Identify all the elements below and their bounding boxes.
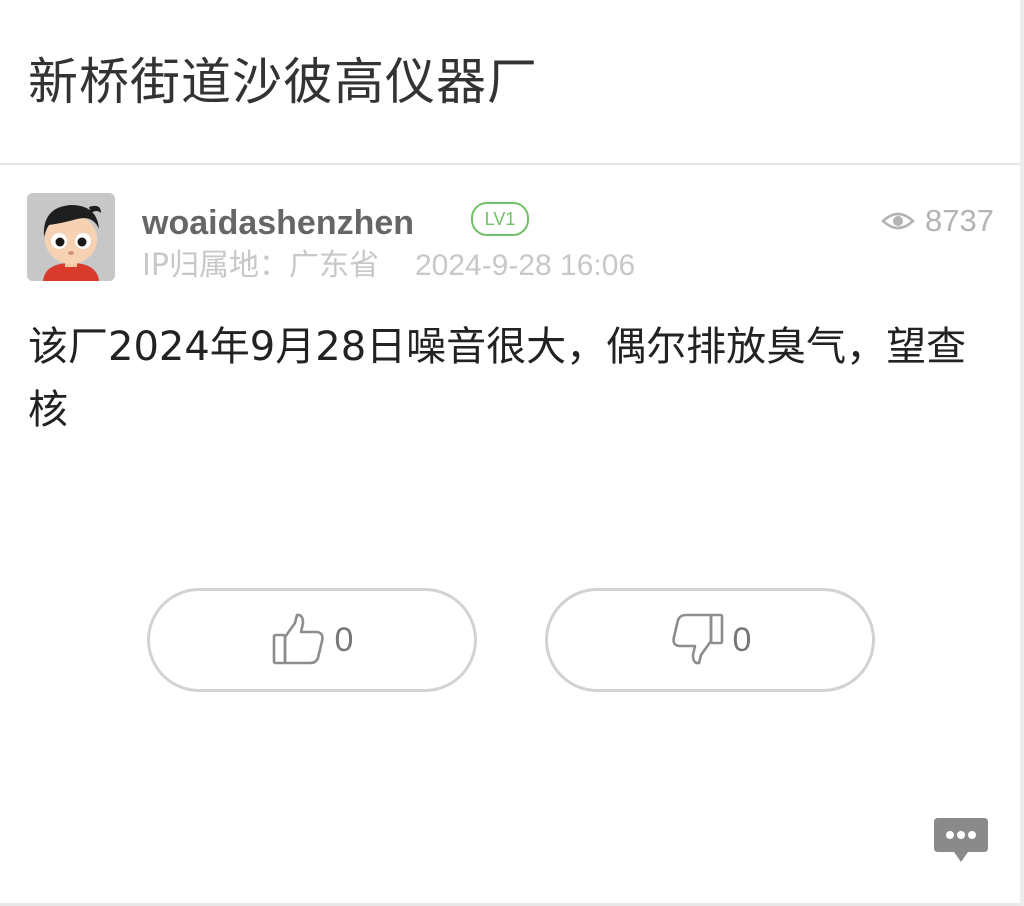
post-content: 该厂2024年9月28日噪音很大，偶尔排放臭气，望查核 <box>28 324 967 433</box>
comment-button[interactable] <box>934 818 988 866</box>
thumbs-up-icon <box>272 613 324 665</box>
page: 新桥街道沙彼高仪器厂 woaidashenzhen LV1 8737 IP归属地… <box>0 0 1024 906</box>
username[interactable]: woaidashenzhen <box>142 202 414 244</box>
right-border <box>1020 0 1024 906</box>
cartoon-boy-avatar-icon <box>27 193 115 281</box>
eye-icon <box>881 212 915 230</box>
view-count: 8737 <box>881 202 994 240</box>
thumbs-down-icon <box>671 613 723 665</box>
dislike-button[interactable]: 0 <box>545 588 875 692</box>
page-title: 新桥街道沙彼高仪器厂 <box>28 53 538 111</box>
dislike-count: 0 <box>732 620 752 659</box>
post-meta: IP归属地：广东省 2024-9-28 16:06 <box>142 246 635 286</box>
like-count: 0 <box>334 620 354 659</box>
like-button[interactable]: 0 <box>147 588 477 692</box>
comment-bubble-icon <box>934 818 988 862</box>
avatar[interactable] <box>27 193 115 281</box>
post-timestamp: 2024-9-28 16:06 <box>414 249 636 282</box>
level-badge: LV1 <box>471 202 529 236</box>
view-count-value: 8737 <box>925 203 994 238</box>
page-header: 新桥街道沙彼高仪器厂 <box>0 0 1020 165</box>
ip-location: IP归属地：广东省 <box>142 248 379 283</box>
